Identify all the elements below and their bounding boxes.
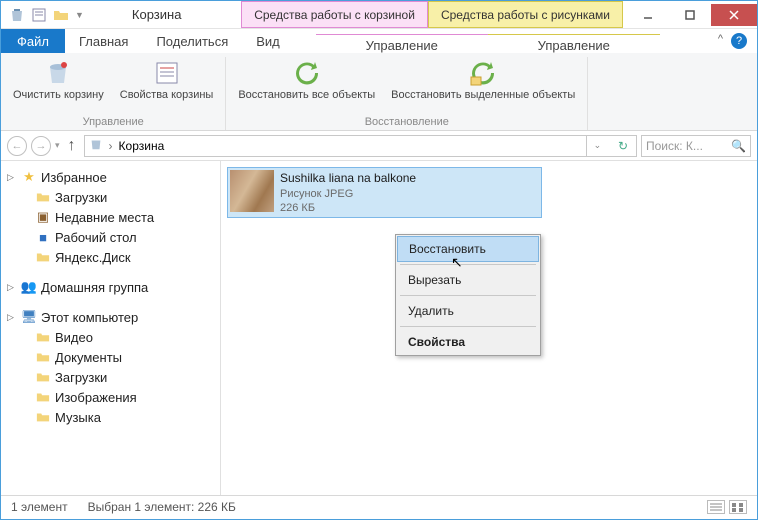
- sidebar-homegroup[interactable]: ▷👥Домашняя группа: [5, 277, 216, 297]
- file-thumbnail: [230, 170, 274, 212]
- navigation-pane: ▷★Избранное Загрузки ▣Недавние места ■Ра…: [1, 161, 221, 495]
- ctx-delete[interactable]: Удалить: [396, 298, 540, 324]
- recent-icon: ▣: [35, 209, 51, 225]
- ctx-properties[interactable]: Свойства: [396, 329, 540, 355]
- sidebar-downloads2[interactable]: Загрузки: [5, 367, 216, 387]
- restore-selected-button[interactable]: Восстановить выделенные объекты: [387, 57, 579, 103]
- ribbon-group-manage: Очистить корзину Свойства корзины Управл…: [1, 57, 226, 130]
- tab-home[interactable]: Главная: [65, 30, 142, 53]
- file-tab[interactable]: Файл: [1, 29, 65, 53]
- file-size: 226 КБ: [280, 201, 416, 215]
- file-name: Sushilka liana na balkone: [280, 171, 416, 187]
- contextual-tab-pictures[interactable]: Средства работы с рисунками: [428, 1, 623, 28]
- folder-icon: [35, 389, 51, 405]
- ctx-cut[interactable]: Вырезать: [396, 267, 540, 293]
- help-icon[interactable]: ?: [731, 33, 747, 49]
- qa-dropdown-icon[interactable]: ▼: [75, 10, 84, 20]
- group-label-restore: Восстановление: [365, 116, 449, 130]
- tab-share[interactable]: Поделиться: [142, 30, 242, 53]
- statusbar: 1 элемент Выбран 1 элемент: 226 КБ: [1, 495, 757, 517]
- tab-view[interactable]: Вид: [242, 30, 294, 53]
- file-item[interactable]: Sushilka liana na balkone Рисунок JPEG 2…: [227, 167, 542, 218]
- icons-view-button[interactable]: [729, 500, 747, 514]
- collapse-ribbon-icon[interactable]: ^: [718, 33, 723, 49]
- ribbon-tabs-row: Файл Главная Поделиться Вид Управление У…: [1, 29, 757, 53]
- search-icon[interactable]: 🔍: [731, 139, 746, 153]
- sidebar-desktop[interactable]: ■Рабочий стол: [5, 227, 216, 247]
- breadcrumb[interactable]: › Корзина ⌄ ↻: [84, 135, 637, 157]
- details-view-button[interactable]: [707, 500, 725, 514]
- status-count: 1 элемент: [11, 500, 68, 514]
- folder-icon: [35, 189, 51, 205]
- restore-all-icon: [293, 59, 321, 87]
- back-button[interactable]: ←: [7, 136, 27, 156]
- recycle-bin-small-icon: [89, 137, 103, 154]
- status-selection: Выбран 1 элемент: 226 КБ: [88, 500, 236, 514]
- subtab-manage-recycle[interactable]: Управление: [316, 34, 488, 53]
- sidebar-yandex-disk[interactable]: Яндекс.Диск: [5, 247, 216, 267]
- sidebar-favorites[interactable]: ▷★Избранное: [5, 167, 216, 187]
- ctx-restore[interactable]: Восстановить: [397, 236, 539, 262]
- empty-recycle-icon: [44, 59, 72, 87]
- search-input[interactable]: Поиск: К... 🔍: [641, 135, 751, 157]
- recent-locations-icon[interactable]: ▾: [55, 140, 60, 151]
- sidebar-music[interactable]: Музыка: [5, 407, 216, 427]
- maximize-button[interactable]: [669, 4, 711, 26]
- subtab-manage-pictures[interactable]: Управление: [488, 34, 660, 53]
- computer-icon: 🖥: [21, 309, 37, 325]
- refresh-icon[interactable]: ↻: [614, 139, 632, 153]
- close-button[interactable]: [711, 4, 757, 26]
- view-toggles: [707, 500, 747, 514]
- file-info: Sushilka liana na balkone Рисунок JPEG 2…: [280, 170, 416, 215]
- ribbon: Очистить корзину Свойства корзины Управл…: [1, 53, 757, 131]
- folder-icon: [35, 329, 51, 345]
- breadcrumb-current[interactable]: Корзина: [119, 139, 165, 153]
- restore-all-button[interactable]: Восстановить все объекты: [234, 57, 379, 103]
- star-icon: ★: [21, 169, 37, 185]
- ribbon-collapse-area: ^ ?: [708, 29, 757, 53]
- folder-icon: [35, 349, 51, 365]
- sidebar-recent[interactable]: ▣Недавние места: [5, 207, 216, 227]
- ribbon-group-restore: Восстановить все объекты Восстановить вы…: [226, 57, 588, 130]
- sidebar-images[interactable]: Изображения: [5, 387, 216, 407]
- recycle-props-icon: [153, 59, 181, 87]
- minimize-button[interactable]: [627, 4, 669, 26]
- window-title: Корзина: [92, 7, 182, 22]
- window-controls: [627, 4, 757, 26]
- recycle-props-button[interactable]: Свойства корзины: [116, 57, 218, 103]
- recycle-bin-icon: [9, 7, 25, 23]
- sidebar-thispc[interactable]: ▷🖥Этот компьютер: [5, 307, 216, 327]
- homegroup-icon: 👥: [21, 279, 37, 295]
- body: ▷★Избранное Загрузки ▣Недавние места ■Ра…: [1, 161, 757, 495]
- folder-icon: [35, 369, 51, 385]
- titlebar: ▼ Корзина Средства работы с корзиной Сре…: [1, 1, 757, 29]
- sidebar-documents[interactable]: Документы: [5, 347, 216, 367]
- sidebar-video[interactable]: Видео: [5, 327, 216, 347]
- quick-access-toolbar: ▼: [1, 7, 92, 23]
- up-button[interactable]: ↑: [64, 137, 80, 155]
- history-dropdown-icon[interactable]: ⌄: [586, 135, 608, 157]
- ctx-separator: [400, 326, 536, 327]
- ctx-separator: [400, 295, 536, 296]
- chevron-right-icon[interactable]: ›: [109, 139, 113, 153]
- group-label-manage: Управление: [83, 116, 144, 130]
- folder-icon: [35, 409, 51, 425]
- properties-icon[interactable]: [31, 7, 47, 23]
- desktop-icon: ■: [35, 229, 51, 245]
- contextual-tab-recycle[interactable]: Средства работы с корзиной: [241, 1, 428, 28]
- context-menu: Восстановить Вырезать Удалить Свойства: [395, 234, 541, 356]
- new-folder-icon[interactable]: [53, 7, 69, 23]
- file-type: Рисунок JPEG: [280, 187, 416, 201]
- sidebar-downloads[interactable]: Загрузки: [5, 187, 216, 207]
- forward-button[interactable]: →: [31, 136, 51, 156]
- search-placeholder: Поиск: К...: [646, 139, 703, 153]
- restore-selected-icon: [469, 59, 497, 87]
- empty-recycle-button[interactable]: Очистить корзину: [9, 57, 108, 103]
- navigation-bar: ← → ▾ ↑ › Корзина ⌄ ↻ Поиск: К... 🔍: [1, 131, 757, 161]
- ctx-separator: [400, 264, 536, 265]
- contextual-tabs: Средства работы с корзиной Средства рабо…: [241, 1, 623, 28]
- folder-icon: [35, 249, 51, 265]
- cursor-icon: ↖: [451, 254, 463, 271]
